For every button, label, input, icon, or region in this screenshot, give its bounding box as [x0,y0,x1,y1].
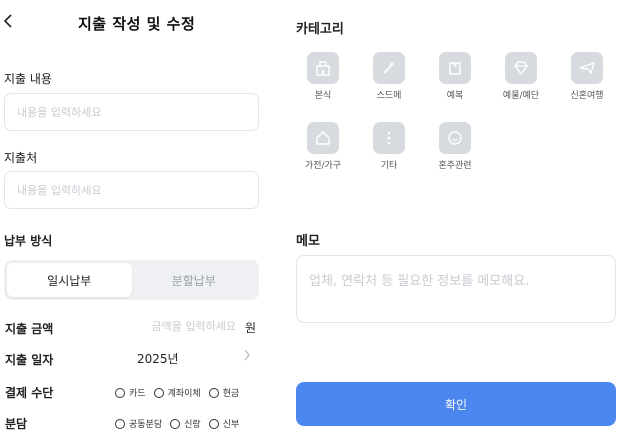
category-label: 본식 [314,91,332,101]
confirm-button[interactable]: 확인 [296,382,616,426]
radio-circle-icon [153,387,164,398]
magic-wand-icon [373,52,405,84]
more-icon [373,122,405,154]
vendor-input[interactable] [4,171,259,209]
amount-label: 지출 금액 [5,322,54,336]
radio-card[interactable]: 카드 [115,386,146,399]
radio-joint[interactable]: 공동분담 [115,417,162,430]
vendor-label: 지출처 [4,151,38,165]
radio-circle-icon [115,418,125,429]
date-label: 지출 일자 [5,353,54,367]
category-item-other[interactable]: 기타 [359,122,419,171]
amount-input[interactable] [118,316,236,336]
memo-input[interactable] [296,255,616,323]
smile-icon [439,122,471,154]
chevron-left-icon [3,14,12,28]
radio-transfer[interactable]: 계좌이체 [153,386,201,399]
pay-method-label: 결제 수단 [5,386,54,400]
category-label: 가전/가구 [304,161,342,171]
share-radios: 공동분담 신랑 신부 [115,417,241,430]
category-label: 예물/예단 [502,91,540,101]
radio-circle-icon [208,418,219,429]
building-icon [307,52,339,84]
tab-lump-sum[interactable]: 일시납부 [7,263,132,297]
share-label: 분담 [5,417,28,431]
category-item-honeymoon[interactable]: 신혼여행 [557,52,617,101]
category-item-gifts[interactable]: 예물/예단 [491,52,551,101]
radio-bride[interactable]: 신부 [208,417,239,430]
radio-cash[interactable]: 현금 [208,386,239,399]
radio-groom[interactable]: 신랑 [170,417,201,430]
tab-installment[interactable]: 분할납부 [132,263,257,297]
category-label: 예복 [446,91,464,101]
page-title: 지출 작성 및 수정 [78,15,196,33]
clothing-icon [439,52,471,84]
radio-circle-icon [170,418,181,429]
diamond-icon [505,52,537,84]
category-item-attire[interactable]: 예복 [425,52,485,101]
category-item-parents[interactable]: 혼주관련 [425,122,485,171]
category-label: 기타 [380,161,398,171]
payment-method-label: 납부 방식 [4,234,53,248]
chevron-right-icon[interactable] [243,349,251,365]
memo-title: 메모 [296,234,320,249]
content-input[interactable] [4,93,259,131]
content-label: 지출 내용 [4,72,52,86]
pay-method-radios: 카드 계좌이체 현금 [115,386,241,399]
radio-circle-icon [208,387,219,398]
category-item-appliances[interactable]: 가전/가구 [293,122,353,171]
category-label: 스드메 [376,91,402,101]
category-title: 카테고리 [296,22,344,37]
category-item-ceremony[interactable]: 본식 [293,52,353,101]
category-label: 혼주관련 [438,161,472,171]
date-value[interactable]: 2025년 [137,350,179,367]
amount-unit: 원 [245,321,257,335]
radio-circle-icon [115,387,125,398]
category-item-studio[interactable]: 스드메 [359,52,419,101]
airplane-icon [571,52,603,84]
back-button[interactable] [3,13,17,33]
home-icon [307,122,339,154]
payment-type-toggle: 일시납부 분할납부 [4,260,259,300]
category-label: 신혼여행 [570,91,604,101]
